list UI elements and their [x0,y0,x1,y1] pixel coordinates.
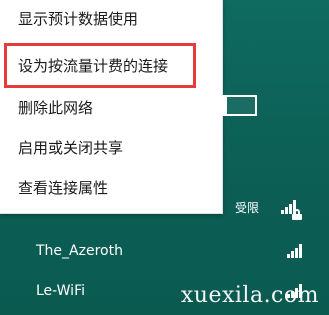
menu-item-show-estimated-data-usage[interactable]: 显示预计数据使用 [18,10,138,28]
signal-bar [291,251,294,258]
signal-bar [281,210,284,214]
network-list-item[interactable]: The_Azeroth [0,241,329,263]
context-menu: 显示预计数据使用 设为按流量计费的连接 删除此网络 启用或关闭共享 查看连接属性 [0,0,223,214]
network-name: The_Azeroth [36,243,123,259]
menu-item-view-connection-properties[interactable]: 查看连接属性 [18,179,108,197]
network-name: Le-WiFi [36,283,85,299]
signal-bar [295,248,298,258]
signal-bar [285,207,288,214]
signal-bar [299,244,302,258]
toggle-switch[interactable] [207,95,257,116]
highlight-annotation-box [4,43,196,88]
toggle-thumb [213,97,227,114]
watermark-text: xuexila.com [180,283,319,308]
lock-icon [292,209,302,220]
lock-body [292,214,302,220]
limited-status-label: 受限 [235,201,260,215]
signal-bar [287,254,290,258]
menu-item-toggle-sharing[interactable]: 启用或关闭共享 [18,139,123,157]
wifi-signal-icon [287,244,303,258]
menu-item-forget-network[interactable]: 删除此网络 [18,99,93,117]
